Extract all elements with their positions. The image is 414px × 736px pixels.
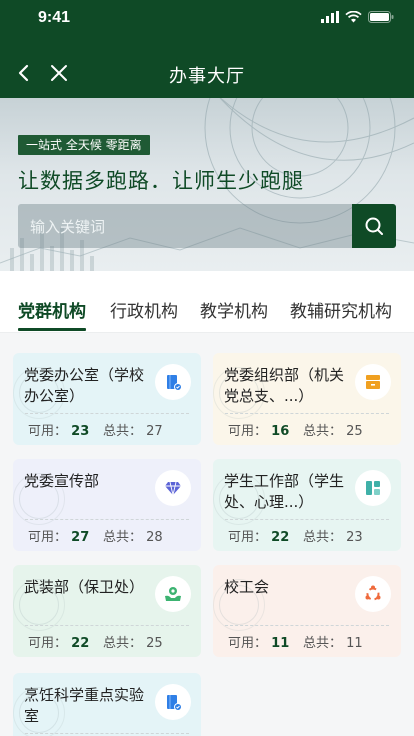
search-bar[interactable]: 输入关键词: [18, 204, 396, 248]
available-value: 11: [271, 636, 290, 651]
cycle-icon: [355, 576, 391, 612]
available-label: 可用：: [28, 636, 68, 651]
battery-icon: [368, 11, 394, 23]
card-divider: [225, 413, 389, 414]
org-name: 党委组织部（机关党总支、...）: [224, 366, 345, 405]
total-value: 27: [146, 424, 163, 439]
search-icon: [365, 217, 383, 235]
available-count: 可用： 23: [28, 420, 89, 439]
tab-research-orgs[interactable]: 教辅研究机构: [290, 297, 392, 322]
tab-party-orgs[interactable]: 党群机构: [18, 297, 86, 322]
org-card[interactable]: 烹饪科学重点实验室: [13, 673, 201, 736]
total-count: 总共： 11: [303, 632, 363, 651]
total-count: 总共： 23: [303, 526, 363, 545]
total-label: 总共：: [103, 636, 143, 651]
grid-icon: [355, 470, 391, 506]
org-card[interactable]: 学生工作部（学生处、心理...） 可用： 22 总共： 23: [213, 459, 401, 551]
org-name: 校工会: [224, 578, 270, 596]
search-button[interactable]: [352, 204, 396, 248]
card-divider: [25, 519, 189, 520]
total-value: 25: [346, 424, 363, 439]
org-card[interactable]: 武装部（保卫处） 可用： 22 总共： 25: [13, 565, 201, 657]
total-label: 总共：: [103, 424, 143, 439]
total-value: 25: [146, 636, 163, 651]
hero-banner: 一站式 全天候 零距离 让数据多跑路．让师生少跑腿 输入关键词: [0, 98, 414, 271]
total-count: 总共： 27: [103, 420, 163, 439]
org-card[interactable]: 校工会 可用： 11 总共： 11: [213, 565, 401, 657]
available-count: 可用： 11: [228, 632, 289, 651]
card-divider: [225, 519, 389, 520]
total-value: 23: [346, 530, 363, 545]
available-value: 23: [71, 424, 90, 439]
total-label: 总共：: [103, 530, 143, 545]
total-count: 总共： 25: [303, 420, 363, 439]
total-value: 11: [346, 636, 363, 651]
card-divider: [25, 733, 189, 734]
available-value: 16: [271, 424, 290, 439]
total-count: 总共： 25: [103, 632, 163, 651]
org-name: 学生工作部（学生处、心理...）: [224, 472, 345, 511]
total-count: 总共： 28: [103, 526, 163, 545]
org-name: 烹饪科学重点实验室: [24, 686, 145, 725]
drawer-icon: [355, 364, 391, 400]
total-label: 总共：: [303, 424, 343, 439]
shield-hand-icon: [155, 576, 191, 612]
available-count: 可用： 16: [228, 420, 289, 439]
total-label: 总共：: [303, 636, 343, 651]
wifi-icon: [345, 11, 362, 23]
org-name: 党委办公室（学校办公室）: [24, 366, 145, 405]
category-tabs: 党群机构 行政机构 教学机构 教辅研究机构: [0, 271, 414, 333]
available-label: 可用：: [228, 530, 268, 545]
available-count: 可用： 22: [228, 526, 289, 545]
total-value: 28: [146, 530, 163, 545]
signal-icon: [321, 11, 339, 23]
available-label: 可用：: [228, 424, 268, 439]
book-check-icon: [155, 364, 191, 400]
search-input[interactable]: 输入关键词: [30, 216, 105, 237]
available-label: 可用：: [28, 530, 68, 545]
page-title: 办事大厅: [169, 66, 245, 87]
status-bar: 9:41: [0, 0, 414, 40]
banner-slogan: 让数据多跑路．让师生少跑腿: [18, 169, 304, 193]
diamond-icon: [155, 470, 191, 506]
active-tab-indicator: [18, 328, 86, 331]
available-value: 22: [271, 530, 290, 545]
available-value: 22: [71, 636, 90, 651]
org-card[interactable]: 党委组织部（机关党总支、...） 可用： 16 总共： 25: [213, 353, 401, 445]
app-header: 9:41 办事大厅: [0, 0, 414, 98]
available-label: 可用：: [228, 636, 268, 651]
status-icons: [321, 11, 394, 23]
org-name: 武装部（保卫处）: [24, 578, 145, 596]
card-divider: [25, 413, 189, 414]
tab-teaching-orgs[interactable]: 教学机构: [200, 297, 268, 322]
org-name: 党委宣传部: [24, 472, 100, 490]
available-count: 可用： 27: [28, 526, 89, 545]
available-label: 可用：: [28, 424, 68, 439]
tab-admin-orgs[interactable]: 行政机构: [110, 297, 178, 322]
card-divider: [225, 625, 389, 626]
total-label: 总共：: [303, 530, 343, 545]
nav-bar: 办事大厅: [0, 52, 414, 96]
available-count: 可用： 22: [28, 632, 89, 651]
available-value: 27: [71, 530, 90, 545]
book-check-icon: [155, 684, 191, 720]
org-card[interactable]: 党委宣传部 可用： 27 总共： 28: [13, 459, 201, 551]
status-time: 9:41: [38, 9, 71, 26]
card-divider: [25, 625, 189, 626]
banner-tagline: 一站式 全天候 零距离: [18, 135, 150, 155]
org-card[interactable]: 党委办公室（学校办公室） 可用： 23 总共： 27: [13, 353, 201, 445]
